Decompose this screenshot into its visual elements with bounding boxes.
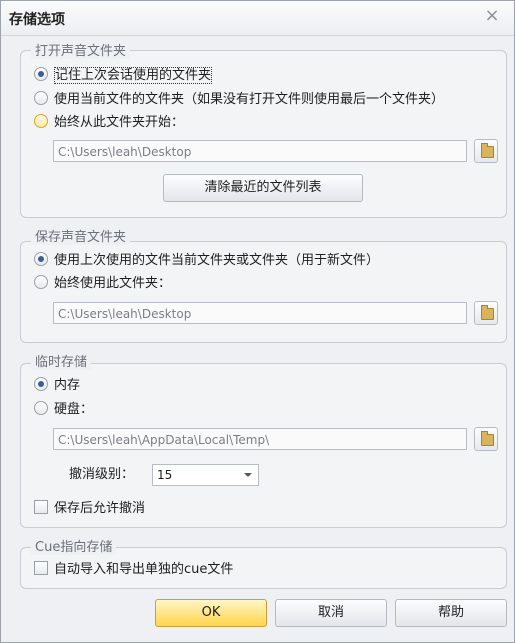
folder-icon — [481, 143, 494, 158]
title-bar: 存储选项 × — [1, 1, 514, 36]
checkbox-label: 保存后允许撤消 — [54, 501, 146, 516]
folder-icon — [481, 305, 494, 320]
temp-path-browse-button[interactable] — [474, 427, 498, 451]
dialog-title: 存储选项 — [9, 12, 65, 28]
radio-remember-last-session[interactable]: 记住上次会话使用的文件夹 — [34, 67, 504, 85]
radio-disk[interactable]: 硬盘： — [34, 401, 234, 419]
folder-icon — [481, 431, 494, 446]
radio-memory[interactable]: 内存 — [34, 377, 234, 395]
radio-button[interactable] — [34, 377, 48, 391]
undo-levels-value: 15 — [157, 468, 173, 482]
radio-last-used-folder[interactable]: 使用上次使用的文件当前文件夹或文件夹（用于新文件） — [34, 252, 504, 270]
radio-button[interactable] — [34, 401, 48, 415]
undo-levels-label: 撤消级别： — [69, 467, 135, 482]
cue-storage-legend: Cue指向存储 — [31, 536, 117, 555]
radio-button[interactable] — [34, 114, 48, 128]
radio-label: 内存 — [54, 378, 81, 393]
help-button[interactable]: 帮助 — [395, 599, 507, 627]
radio-label: 使用上次使用的文件当前文件夹或文件夹（用于新文件） — [54, 253, 380, 268]
save-folder-legend: 保存声音文件夹 — [31, 226, 131, 245]
radio-label: 记住上次会话使用的文件夹 — [54, 67, 213, 84]
ok-button[interactable]: OK — [155, 599, 267, 627]
radio-button[interactable] — [34, 275, 48, 289]
open-folder-legend: 打开声音文件夹 — [31, 40, 131, 59]
radio-label: 使用当前文件的文件夹（如果没有打开文件则使用最后一个文件夹） — [54, 92, 445, 107]
auto-import-export-cue-checkbox[interactable]: 自动导入和导出单独的cue文件 — [34, 561, 434, 579]
open-folder-path-input[interactable]: C:\Users\leah\Desktop — [53, 140, 467, 162]
open-folder-browse-button[interactable] — [474, 139, 498, 163]
radio-always-use-folder[interactable]: 始终使用此文件夹： — [34, 275, 504, 293]
radio-label: 始终从此文件夹开始： — [54, 115, 185, 130]
checkbox[interactable] — [34, 500, 48, 514]
radio-button[interactable] — [34, 91, 48, 105]
clear-recent-files-button[interactable]: 清除最近的文件列表 — [163, 174, 363, 202]
undo-levels-select[interactable]: 15 — [152, 464, 259, 486]
checkbox-label: 自动导入和导出单独的cue文件 — [54, 562, 234, 577]
chevron-down-icon[interactable] — [244, 473, 252, 477]
allow-undo-after-save-checkbox[interactable]: 保存后允许撤消 — [34, 500, 334, 518]
radio-label: 始终使用此文件夹： — [54, 276, 172, 291]
checkbox[interactable] — [34, 561, 48, 575]
temp-path-input[interactable]: C:\Users\leah\AppData\Local\Temp\ — [53, 428, 467, 450]
close-icon[interactable]: × — [482, 6, 502, 26]
radio-always-start-from[interactable]: 始终从此文件夹开始： — [34, 114, 504, 132]
radio-label: 硬盘： — [54, 402, 94, 417]
storage-options-dialog: 存储选项 × 打开声音文件夹 记住上次会话使用的文件夹 使用当前文件的文件夹（如… — [0, 0, 515, 643]
cancel-button[interactable]: 取消 — [275, 599, 387, 627]
save-folder-path-input[interactable]: C:\Users\leah\Desktop — [53, 302, 467, 324]
save-folder-browse-button[interactable] — [474, 301, 498, 325]
temp-storage-legend: 临时存储 — [31, 351, 92, 370]
radio-button[interactable] — [34, 67, 48, 81]
radio-button[interactable] — [34, 252, 48, 266]
radio-current-file-folder[interactable]: 使用当前文件的文件夹（如果没有打开文件则使用最后一个文件夹） — [34, 91, 480, 109]
